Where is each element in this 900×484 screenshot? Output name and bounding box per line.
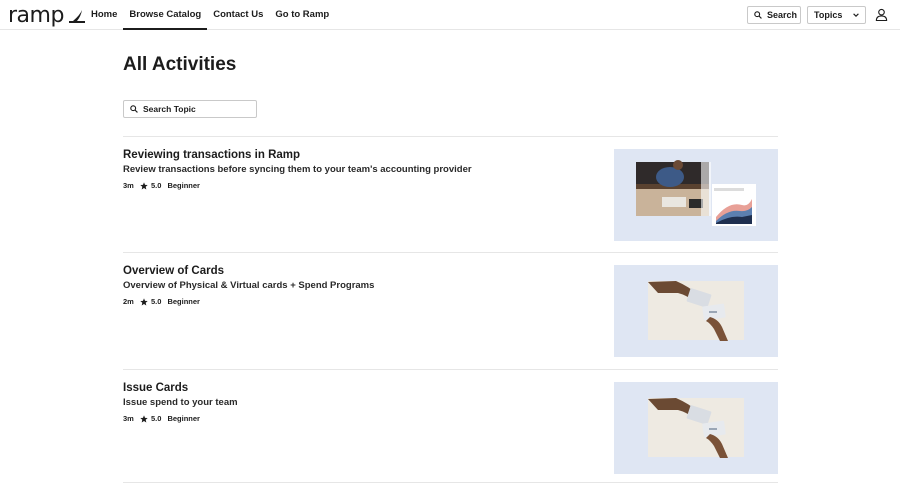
activity-card[interactable]: Issue Cards Issue spend to your team 3m … xyxy=(123,382,778,475)
activity-level: Beginner xyxy=(167,414,200,423)
activity-title[interactable]: Reviewing transactions in Ramp xyxy=(123,149,300,161)
activity-thumbnail[interactable] xyxy=(614,382,778,474)
activity-card[interactable]: Reviewing transactions in Ramp Review tr… xyxy=(123,149,778,242)
divider xyxy=(123,136,778,137)
search-button-label: Search xyxy=(767,10,798,20)
topic-search-input[interactable] xyxy=(143,104,253,114)
nav-home[interactable]: Home xyxy=(85,0,123,30)
star-icon xyxy=(140,297,148,305)
activity-meta: 3m 5.0 Beginner xyxy=(123,414,200,423)
main-nav: Home Browse Catalog Contact Us Go to Ram… xyxy=(85,0,335,30)
activity-meta: 3m 5.0 Beginner xyxy=(123,181,200,190)
activity-subtitle: Issue spend to your team xyxy=(123,397,238,408)
desk-laptop-charts-image xyxy=(636,160,756,226)
star-icon xyxy=(140,414,148,422)
activity-duration: 2m xyxy=(123,297,134,306)
search-button[interactable]: Search xyxy=(747,6,801,24)
activity-thumbnail[interactable] xyxy=(614,149,778,241)
activity-meta: 2m 5.0 Beginner xyxy=(123,297,200,306)
activity-duration: 3m xyxy=(123,181,134,190)
ramp-logo-mark-icon xyxy=(68,10,85,23)
page-title: All Activities xyxy=(123,54,237,75)
topics-label: Topics xyxy=(814,10,843,20)
divider xyxy=(123,482,778,483)
user-account-icon[interactable] xyxy=(875,8,888,21)
nav-contact-us[interactable]: Contact Us xyxy=(207,0,269,30)
nav-go-to-ramp[interactable]: Go to Ramp xyxy=(269,0,335,30)
activity-level: Beginner xyxy=(167,297,200,306)
ramp-logo[interactable]: ramp xyxy=(8,3,86,28)
hands-passing-card-image xyxy=(648,281,744,341)
activity-title[interactable]: Overview of Cards xyxy=(123,265,224,277)
search-icon xyxy=(754,11,762,19)
activity-subtitle: Review transactions before syncing them … xyxy=(123,164,472,175)
activity-subtitle: Overview of Physical & Virtual cards + S… xyxy=(123,280,375,291)
activity-rating: 5.0 xyxy=(151,297,162,306)
activity-rating: 5.0 xyxy=(151,181,162,190)
hands-passing-card-image xyxy=(648,398,744,458)
star-icon xyxy=(140,181,148,189)
activity-rating: 5.0 xyxy=(151,414,162,423)
topics-dropdown[interactable]: Topics xyxy=(807,6,866,24)
activity-level: Beginner xyxy=(167,181,200,190)
top-navbar: ramp Home Browse Catalog Contact Us Go t… xyxy=(0,0,900,30)
activity-thumbnail[interactable] xyxy=(614,265,778,357)
topic-search-field[interactable] xyxy=(123,100,257,118)
divider xyxy=(123,369,778,370)
activity-duration: 3m xyxy=(123,414,134,423)
chevron-down-icon xyxy=(853,13,859,17)
nav-browse-catalog[interactable]: Browse Catalog xyxy=(123,0,208,30)
search-icon xyxy=(130,105,138,113)
divider xyxy=(123,252,778,253)
logo-wordmark: ramp xyxy=(8,3,64,28)
activity-title[interactable]: Issue Cards xyxy=(123,382,188,394)
activity-card[interactable]: Overview of Cards Overview of Physical &… xyxy=(123,265,778,358)
